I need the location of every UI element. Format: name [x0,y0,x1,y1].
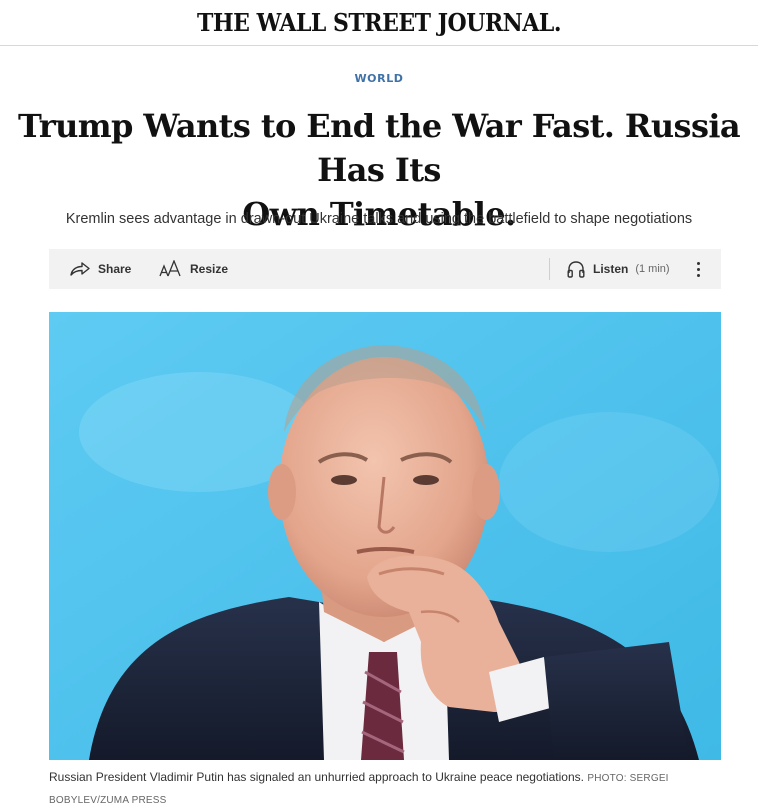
caption-text: Russian President Vladimir Putin has sig… [49,770,584,784]
headphones-icon [566,260,586,278]
text-resize-icon [159,260,183,278]
article-photo [49,312,721,760]
resize-label: Resize [190,262,229,276]
resize-button[interactable]: Resize [159,260,228,278]
wsj-logo[interactable]: THE WALL STREET JOURNAL. [197,8,562,37]
listen-label: Listen [593,262,629,276]
headline-line-1: Trump Wants to End the War Fast. Russia … [17,107,741,189]
toolbar-divider [549,258,550,280]
share-label: Share [98,262,132,276]
section-link-world[interactable]: WORLD [0,72,758,85]
masthead: THE WALL STREET JOURNAL. [0,0,758,46]
share-arrow-icon [69,260,91,278]
more-options-button[interactable] [689,257,707,281]
more-vertical-icon [696,261,700,265]
listen-button[interactable]: Listen (1 min) [566,260,670,278]
share-button[interactable]: Share [69,260,131,278]
putin-portrait-image [49,312,721,760]
photo-caption: Russian President Vladimir Putin has sig… [49,767,729,811]
article-toolbar: Share Resize Listen (1 min) [49,249,721,289]
article-dek: Kremlin sees advantage in drawn-out Ukra… [65,211,693,227]
listen-duration: (1 min) [635,263,670,275]
